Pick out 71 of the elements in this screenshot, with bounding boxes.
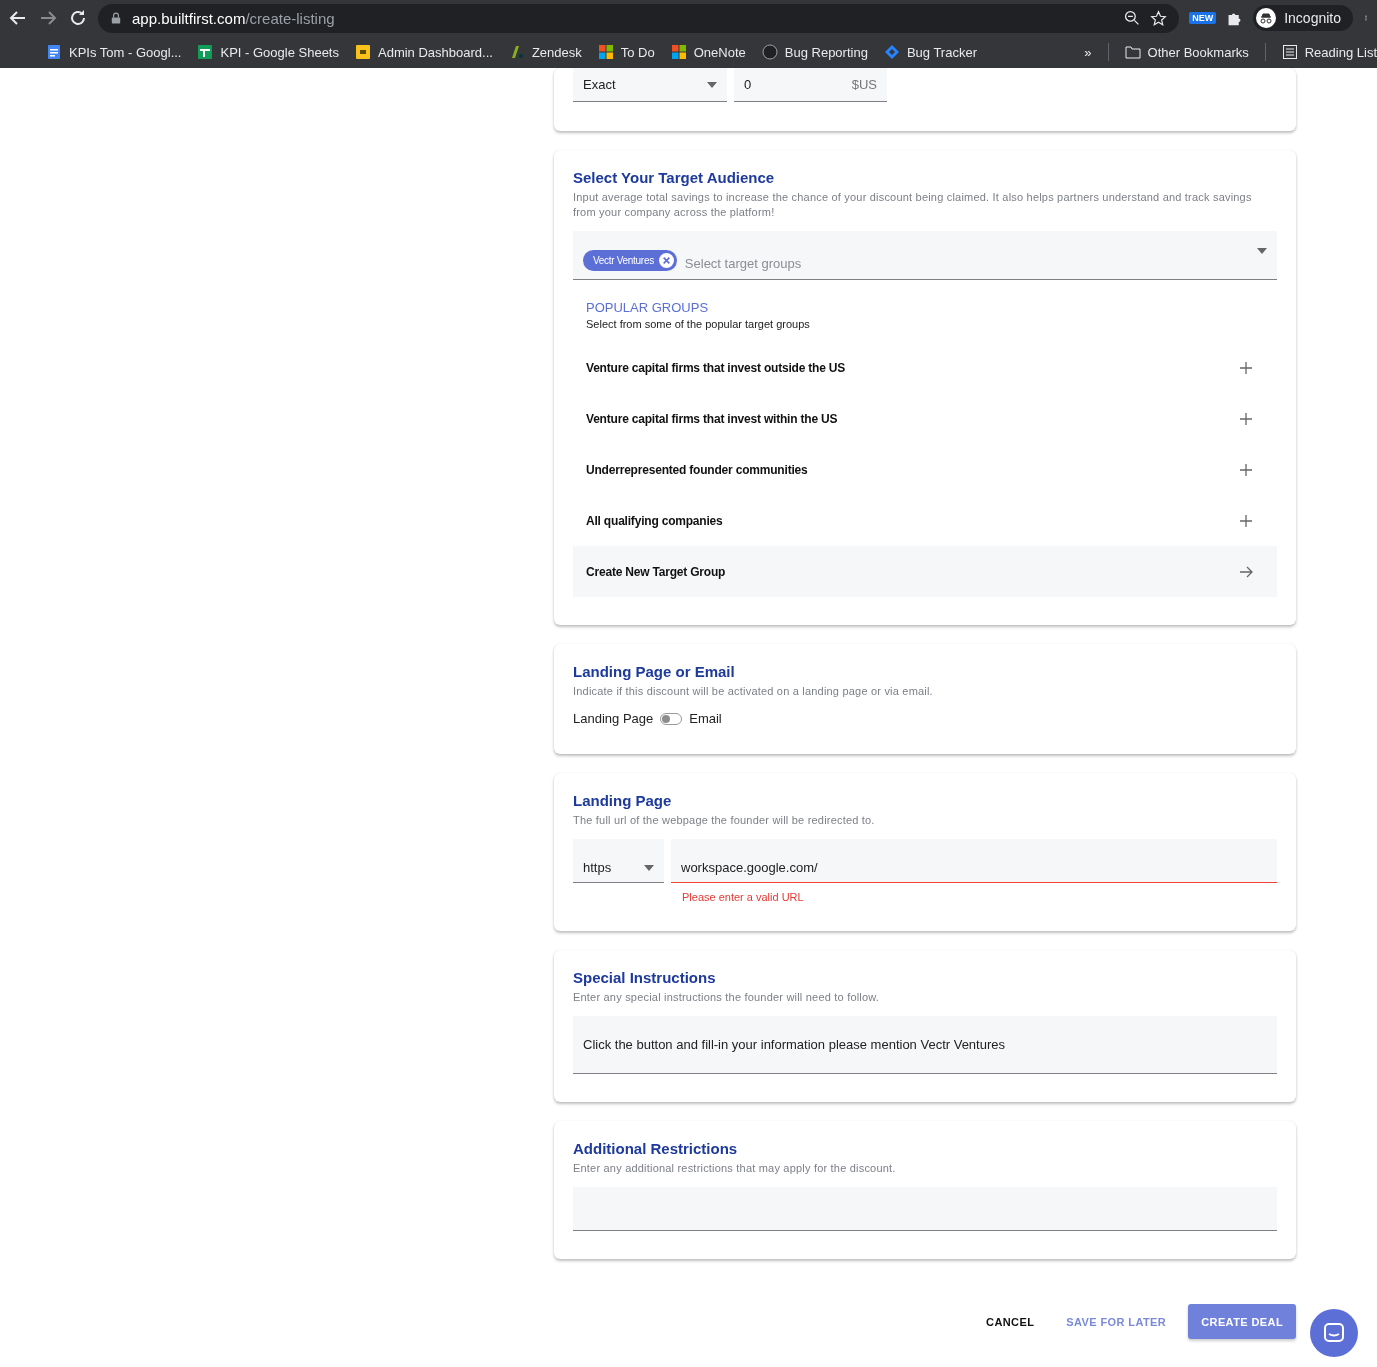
create-group-button[interactable]: Create New Target Group [573, 546, 1277, 597]
match-select[interactable]: Exact [573, 68, 727, 102]
address-bar[interactable]: app.builtfirst.com/create-listing [98, 3, 1180, 33]
bookmark-icon [761, 44, 778, 60]
card-title: Additional Restrictions [573, 1140, 739, 1157]
card-description: Indicate if this discount will be activated on a landing page or via email. [573, 684, 934, 699]
url-field[interactable]: workspace.google.com/ [671, 839, 1277, 883]
dropdown-caret-icon [707, 81, 717, 88]
folder-icon [1124, 44, 1141, 60]
group-option[interactable]: All qualifying companies [573, 495, 1277, 546]
plus-icon [1239, 411, 1253, 426]
group-option[interactable]: Underrepresented founder communities [573, 444, 1277, 495]
create-deal-button[interactable]: CREATE DEAL [1188, 1304, 1296, 1339]
bookmark-star-icon[interactable] [1150, 9, 1168, 27]
bookmark-link[interactable]: To Do [597, 44, 655, 60]
other-bookmarks-link[interactable]: Other Bookmarks [1124, 44, 1249, 60]
bookmark-link[interactable]: Bug Tracker [883, 44, 977, 60]
toggle-label: Landing Page [573, 711, 654, 726]
instructions-field[interactable]: Click the button and fill-in your information please mention Vectr Ventures [573, 1016, 1277, 1074]
amount-field[interactable]: 0 $US [734, 68, 887, 102]
bookmark-link[interactable]: OneNote [670, 44, 746, 60]
bookmark-link[interactable]: KPI - Google Sheets [197, 44, 339, 60]
bookmark-icon [883, 44, 900, 60]
card-title: Select Your Target Audience [573, 169, 776, 186]
toggle-label: Email [689, 711, 722, 726]
remove-icon[interactable] [658, 253, 674, 268]
incognito-icon [1256, 8, 1277, 28]
reading-list-icon [1281, 44, 1298, 60]
lock-icon [110, 11, 122, 25]
zoom-icon[interactable] [1124, 10, 1141, 26]
arrow-right-icon [1239, 564, 1253, 579]
bookmark-icon [670, 44, 687, 60]
reading-list-link[interactable]: Reading List [1281, 44, 1377, 60]
popular-groups-heading: POPULAR GROUPS [586, 300, 710, 315]
card-title: Landing Page or Email [573, 663, 736, 680]
reload-icon[interactable] [68, 8, 88, 28]
protocol-select[interactable]: https [573, 839, 664, 883]
profile-button[interactable]: Incognito [1253, 5, 1353, 31]
group-chip: Vectr Ventures [583, 250, 677, 271]
card-description: The full url of the webpage the founder will be redirected to. [573, 813, 876, 828]
chat-button[interactable] [1310, 1309, 1358, 1357]
card-description: Enter any special instructions the founder will need to follow. [573, 990, 881, 1005]
url-text: app.builtfirst.com/create-listing [132, 9, 335, 27]
chat-icon [1323, 1322, 1345, 1344]
card-description: Enter any additional restrictions that may apply for the discount. [573, 1161, 897, 1176]
bookmark-link[interactable]: Bug Reporting [761, 44, 868, 60]
bookmark-link[interactable]: Admin Dashboard... [355, 44, 493, 60]
bookmark-link[interactable]: KPIs Tom - Googl... [46, 44, 182, 60]
popular-groups-subheading: Select from some of the popular target groups [586, 318, 811, 330]
group-option[interactable]: Venture capital firms that invest within the US [573, 393, 1277, 444]
bookmark-icon [197, 44, 214, 60]
card-title: Special Instructions [573, 969, 717, 986]
card-title: Landing Page [573, 792, 673, 809]
cancel-button[interactable]: CANCEL [976, 1305, 1045, 1338]
group-option[interactable]: Venture capital firms that invest outside the US [573, 342, 1277, 393]
bookmark-icon [597, 44, 614, 60]
target-groups-select[interactable]: Vectr Ventures Select target groups [573, 231, 1277, 280]
plus-icon [1239, 513, 1253, 528]
dropdown-caret-icon [644, 864, 654, 871]
more-bookmarks-button[interactable]: » [1084, 44, 1092, 60]
delivery-switch[interactable] [660, 712, 683, 725]
plus-icon [1239, 360, 1253, 375]
new-badge[interactable]: NEW [1189, 12, 1217, 24]
bookmark-icon [355, 44, 371, 60]
dropdown-caret-icon [1257, 248, 1267, 254]
plus-icon [1239, 462, 1253, 477]
restrictions-field[interactable] [573, 1187, 1277, 1231]
error-message: Please enter a valid URL [682, 891, 805, 903]
bookmark-link[interactable]: Zendesk [508, 44, 582, 60]
card-description: Input average total savings to increase the chance of your discount being claimed. It also helps partners understand and track savings from your company across the platform! [573, 190, 1253, 220]
bookmark-icon [46, 44, 62, 60]
